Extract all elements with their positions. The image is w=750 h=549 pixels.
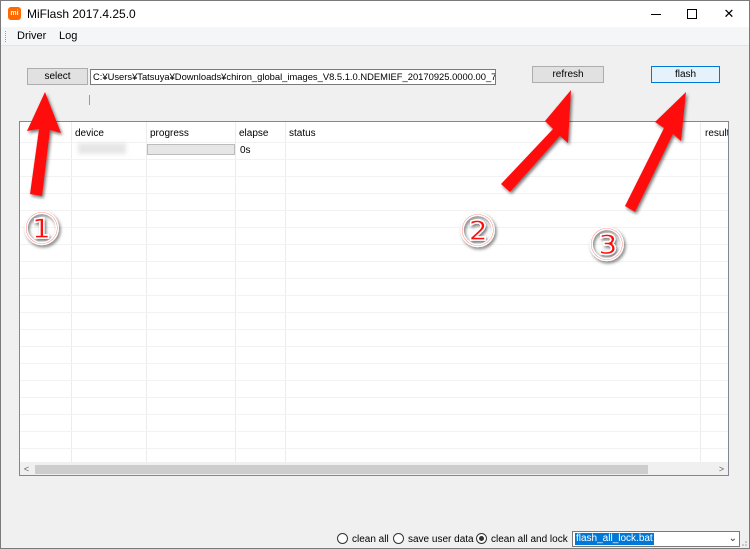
column-elapse[interactable]: elapse xyxy=(239,128,268,139)
scroll-thumb[interactable] xyxy=(35,465,648,474)
column-progress[interactable]: progress xyxy=(150,128,189,139)
close-button[interactable]: ✕ xyxy=(711,1,747,27)
device-id-redacted xyxy=(78,143,126,154)
close-icon: ✕ xyxy=(723,6,735,21)
row-divider xyxy=(20,329,728,330)
horizontal-scrollbar[interactable]: < > xyxy=(20,462,728,475)
list-header: device progress elapse status result xyxy=(20,122,728,142)
app-window: mi MiFlash 2017.4.25.0 ✕ Driver Log sele… xyxy=(0,0,750,549)
row-divider xyxy=(20,380,728,381)
progress-bar xyxy=(147,144,235,155)
column-divider xyxy=(146,122,147,462)
title-bar: mi MiFlash 2017.4.25.0 ✕ xyxy=(1,1,749,27)
row-divider xyxy=(20,176,728,177)
resize-grip-icon[interactable] xyxy=(738,537,748,547)
mi-logo-icon: mi xyxy=(8,7,21,20)
row-divider xyxy=(20,210,728,211)
minimize-button[interactable] xyxy=(638,1,674,27)
row-divider xyxy=(20,193,728,194)
radio-save-user-data[interactable] xyxy=(393,533,404,544)
row-divider xyxy=(20,346,728,347)
menu-driver[interactable]: Driver xyxy=(17,30,46,42)
chevron-down-icon[interactable]: ⌄ xyxy=(729,533,737,544)
window-title: MiFlash 2017.4.25.0 xyxy=(27,7,136,21)
maximize-button[interactable] xyxy=(674,1,710,27)
row-divider xyxy=(20,414,728,415)
radio-clean-all-and-lock-label[interactable]: clean all and lock xyxy=(491,534,568,545)
select-button[interactable]: select xyxy=(27,68,88,85)
row-divider xyxy=(20,397,728,398)
refresh-button[interactable]: refresh xyxy=(532,66,604,83)
column-result[interactable]: result xyxy=(705,128,728,139)
elapse-value: 0s xyxy=(240,145,251,156)
maximize-icon xyxy=(687,9,697,19)
column-divider xyxy=(235,122,236,462)
rom-path-field[interactable]: C:¥Users¥Tatsuya¥Downloads¥chiron_global… xyxy=(90,69,496,85)
column-divider xyxy=(285,122,286,462)
radio-clean-all-and-lock[interactable] xyxy=(476,533,487,544)
device-list[interactable]: device progress elapse status result 0s … xyxy=(19,121,729,476)
row-divider xyxy=(20,431,728,432)
radio-clean-all-label[interactable]: clean all xyxy=(352,534,389,545)
radio-save-user-data-label[interactable]: save user data xyxy=(408,534,474,545)
row-divider xyxy=(20,448,728,449)
scroll-right-arrow-icon[interactable]: > xyxy=(715,463,728,475)
row-divider xyxy=(20,244,728,245)
scroll-left-arrow-icon[interactable]: < xyxy=(20,463,33,475)
menu-bar: Driver Log xyxy=(1,27,749,46)
row-divider xyxy=(20,159,728,160)
row-divider xyxy=(20,278,728,279)
row-divider xyxy=(20,261,728,262)
minimize-icon xyxy=(651,13,661,15)
row-divider xyxy=(20,295,728,296)
text-caret xyxy=(89,95,90,105)
row-divider xyxy=(20,312,728,313)
script-select[interactable]: flash_all_lock.bat ⌄ xyxy=(572,531,740,547)
flash-options: clean all save user data clean all and l… xyxy=(1,529,749,548)
column-divider xyxy=(71,122,72,462)
menu-grip xyxy=(5,31,7,42)
column-divider xyxy=(700,122,701,462)
menu-log[interactable]: Log xyxy=(59,30,77,42)
row-divider xyxy=(20,363,728,364)
column-device[interactable]: device xyxy=(75,128,104,139)
column-status[interactable]: status xyxy=(289,128,316,139)
flash-button[interactable]: flash xyxy=(651,66,720,83)
script-select-value: flash_all_lock.bat xyxy=(575,533,654,545)
row-divider xyxy=(20,142,728,143)
row-divider xyxy=(20,227,728,228)
radio-clean-all[interactable] xyxy=(337,533,348,544)
